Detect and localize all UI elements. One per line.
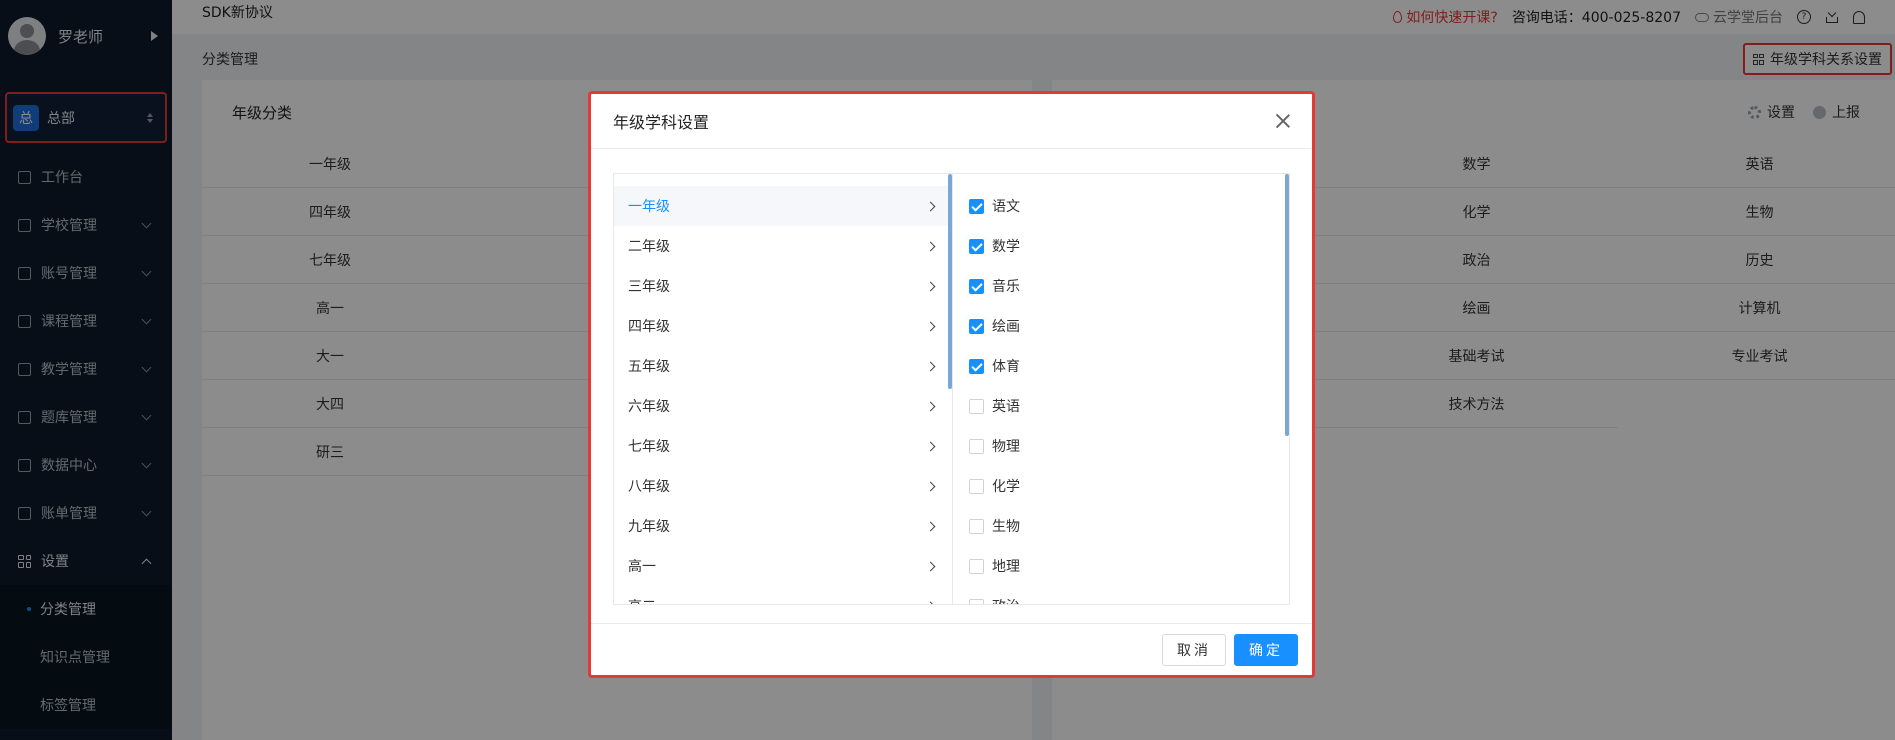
checkbox[interactable]: [969, 478, 984, 494]
cancel-button[interactable]: 取消: [1162, 633, 1226, 666]
grade-option[interactable]: 高一: [614, 546, 952, 586]
grade-option[interactable]: 五年级: [614, 346, 952, 386]
grade-option[interactable]: 八年级: [614, 466, 952, 506]
checkbox-checked[interactable]: [969, 358, 984, 374]
subject-label: 地理: [992, 559, 1020, 575]
grade-subject-dialog: 年级学科设置 一年级 二年级 三年级 四年级 五年级 六年级 七年级 八年级 九…: [588, 91, 1315, 678]
confirm-button[interactable]: 确定: [1234, 633, 1298, 666]
subject-label: 语文: [992, 199, 1020, 215]
grade-option-label: 八年级: [628, 479, 670, 495]
grade-option-label: 四年级: [628, 319, 670, 335]
subject-label: 政治: [992, 596, 1020, 604]
subject-label: 化学: [992, 479, 1020, 495]
grade-list: 一年级 二年级 三年级 四年级 五年级 六年级 七年级 八年级 九年级 高一 高…: [614, 174, 953, 604]
grade-list-items: 一年级 二年级 三年级 四年级 五年级 六年级 七年级 八年级 九年级 高一 高…: [614, 174, 952, 604]
grade-option-label: 九年级: [628, 519, 670, 535]
subject-checkbox-row[interactable]: 政治: [953, 586, 1289, 604]
chevron-right-icon: [925, 601, 936, 604]
checkbox-checked[interactable]: [969, 198, 984, 214]
chevron-right-icon: [925, 481, 936, 491]
dialog-header: 年级学科设置: [591, 94, 1312, 149]
checkbox-checked[interactable]: [969, 318, 984, 334]
subject-checkbox-row[interactable]: 物理: [953, 426, 1289, 466]
dialog-footer: 取消 确定: [591, 623, 1312, 675]
grade-option-label: 三年级: [628, 279, 670, 295]
grade-option[interactable]: 二年级: [614, 226, 952, 266]
subject-list-scrollbar[interactable]: [1285, 174, 1289, 436]
subject-checkbox-row[interactable]: 化学: [953, 466, 1289, 506]
chevron-right-icon: [925, 441, 936, 451]
checkbox[interactable]: [969, 438, 984, 454]
subject-checkbox-row[interactable]: 英语: [953, 386, 1289, 426]
subject-label: 物理: [992, 439, 1020, 455]
subject-checkbox-row[interactable]: 地理: [953, 546, 1289, 586]
checkbox[interactable]: [969, 558, 984, 574]
chevron-right-icon: [925, 361, 936, 371]
chevron-right-icon: [925, 561, 936, 571]
grade-option[interactable]: 四年级: [614, 306, 952, 346]
checkbox-checked[interactable]: [969, 238, 984, 254]
subject-label: 绘画: [992, 319, 1020, 335]
grade-option[interactable]: 七年级: [614, 426, 952, 466]
subject-checkbox-row[interactable]: 数学: [953, 226, 1289, 266]
grade-option-label: 五年级: [628, 359, 670, 375]
grade-option-label: 二年级: [628, 239, 670, 255]
subject-checkbox-row[interactable]: 体育: [953, 346, 1289, 386]
subject-label: 数学: [992, 239, 1020, 255]
subject-label: 英语: [992, 399, 1020, 415]
grade-option[interactable]: 高二: [614, 586, 952, 604]
dialog-columns: 一年级 二年级 三年级 四年级 五年级 六年级 七年级 八年级 九年级 高一 高…: [613, 173, 1290, 605]
close-icon[interactable]: [1276, 114, 1290, 128]
dialog-body: 一年级 二年级 三年级 四年级 五年级 六年级 七年级 八年级 九年级 高一 高…: [591, 149, 1312, 629]
subject-label: 音乐: [992, 279, 1020, 295]
chevron-right-icon: [925, 401, 936, 411]
grade-option-label: 高一: [628, 559, 656, 575]
subject-checkbox-row[interactable]: 音乐: [953, 266, 1289, 306]
grade-option-label: 一年级: [628, 199, 670, 215]
grade-option[interactable]: 一年级: [614, 186, 952, 226]
subject-list: 语文 数学 音乐 绘画 体育 英语 物理 化学 生物 地理 政治: [953, 174, 1289, 604]
grade-option[interactable]: 六年级: [614, 386, 952, 426]
subject-label: 生物: [992, 519, 1020, 535]
grade-option-label: 七年级: [628, 439, 670, 455]
checkbox-checked[interactable]: [969, 278, 984, 294]
chevron-right-icon: [925, 241, 936, 251]
dialog-title: 年级学科设置: [613, 113, 710, 132]
grade-option[interactable]: 三年级: [614, 266, 952, 306]
subject-label: 体育: [992, 359, 1020, 375]
grade-list-scrollbar[interactable]: [948, 174, 952, 389]
chevron-right-icon: [925, 521, 936, 531]
subject-checkbox-row[interactable]: 语文: [953, 186, 1289, 226]
grade-option-label: 高二: [628, 596, 927, 604]
grade-option[interactable]: 九年级: [614, 506, 952, 546]
subject-list-items: 语文 数学 音乐 绘画 体育 英语 物理 化学 生物 地理 政治: [953, 174, 1289, 604]
subject-checkbox-row[interactable]: 生物: [953, 506, 1289, 546]
chevron-right-icon: [925, 321, 936, 331]
checkbox[interactable]: [969, 598, 984, 604]
grade-option-label: 六年级: [628, 399, 670, 415]
chevron-right-icon: [925, 281, 936, 291]
subject-checkbox-row[interactable]: 绘画: [953, 306, 1289, 346]
chevron-right-icon: [925, 201, 936, 211]
checkbox[interactable]: [969, 518, 984, 534]
checkbox[interactable]: [969, 398, 984, 414]
